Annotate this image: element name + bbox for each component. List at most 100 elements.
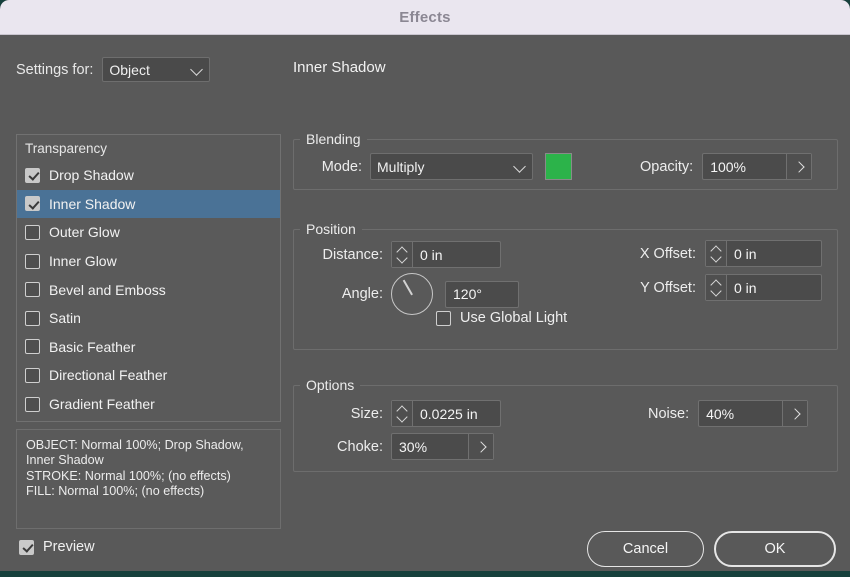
- use-global-light-label: Use Global Light: [460, 310, 568, 326]
- angle-input[interactable]: 120°: [445, 280, 519, 308]
- effect-list-item[interactable]: Basic Feather: [17, 333, 280, 362]
- effect-list-item[interactable]: Satin: [17, 304, 280, 333]
- settings-for-dropdown[interactable]: Object: [102, 57, 211, 82]
- choke-row: Choke: 30%: [327, 433, 494, 460]
- effect-list-item[interactable]: Bevel and Emboss: [17, 275, 280, 304]
- opacity-row: Opacity: 100%: [640, 153, 813, 180]
- y-offset-row: Y Offset: 0 in: [623, 274, 822, 301]
- dialog-footer: Preview Cancel OK: [0, 527, 850, 571]
- effect-list-item[interactable]: Drop Shadow: [17, 161, 280, 190]
- y-offset-value[interactable]: 0 in: [727, 275, 821, 300]
- effects-dialog: Effects Settings for: Object Transparenc…: [0, 0, 850, 571]
- left-column: Settings for: Object Transparency Drop S…: [0, 35, 283, 571]
- preview-label: Preview: [43, 539, 95, 555]
- x-offset-label: X Offset:: [639, 245, 696, 262]
- effect-list-item[interactable]: Directional Feather: [17, 361, 280, 390]
- window-title: Effects: [399, 8, 451, 26]
- blending-legend: Blending: [306, 131, 361, 147]
- chevron-down-icon: [190, 62, 204, 76]
- y-offset-stepper[interactable]: 0 in: [705, 274, 822, 301]
- size-stepper[interactable]: 0.0225 in: [391, 400, 501, 427]
- noise-value[interactable]: 40%: [699, 401, 782, 426]
- noise-label: Noise:: [648, 405, 690, 422]
- noise-field[interactable]: 40%: [698, 400, 809, 427]
- x-offset-stepper[interactable]: 0 in: [705, 240, 822, 267]
- effect-checkbox[interactable]: [25, 224, 40, 240]
- angle-needle-icon: [402, 279, 413, 296]
- effect-list-item[interactable]: Inner Glow: [17, 247, 280, 276]
- stepper-arrows-icon[interactable]: [706, 241, 727, 266]
- title-bar: Effects: [0, 0, 850, 35]
- choke-slider-chevron-right-icon[interactable]: [468, 434, 493, 459]
- mode-row: Mode: Multiply: [310, 153, 572, 180]
- angle-dial[interactable]: [391, 273, 433, 315]
- opacity-field[interactable]: 100%: [702, 153, 813, 180]
- effect-checkbox[interactable]: [25, 282, 40, 298]
- x-offset-row: X Offset: 0 in: [623, 240, 822, 267]
- right-column: Inner Shadow Blending Mode: Multiply Opa…: [283, 35, 850, 571]
- ok-button[interactable]: OK: [714, 531, 836, 567]
- effect-checkbox[interactable]: [25, 196, 40, 212]
- choke-value[interactable]: 30%: [392, 434, 468, 459]
- noise-slider-chevron-right-icon[interactable]: [782, 401, 808, 426]
- effect-label: Inner Shadow: [49, 195, 136, 212]
- chevron-down-icon: [513, 159, 526, 173]
- effect-checkbox[interactable]: [25, 367, 40, 383]
- distance-label: Distance:: [322, 246, 383, 263]
- opacity-slider-chevron-right-icon[interactable]: [786, 154, 812, 179]
- summary-line-3: STROKE: Normal 100%; (no effects): [26, 468, 231, 483]
- effect-label: Satin: [49, 310, 81, 327]
- blend-color-swatch[interactable]: [545, 153, 572, 180]
- effect-label: Bevel and Emboss: [49, 281, 166, 298]
- use-global-light-checkbox[interactable]: [436, 310, 451, 326]
- summary-line-4: FILL: Normal 100%; (no effects): [26, 484, 205, 499]
- effect-checkbox[interactable]: [25, 310, 40, 326]
- panel-title: Inner Shadow: [293, 59, 386, 76]
- effects-summary-box: OBJECT: Normal 100%; Drop Shadow, Inner …: [16, 429, 281, 529]
- x-offset-value[interactable]: 0 in: [727, 241, 821, 266]
- effects-list-items: Drop Shadow Inner Shadow Outer Glow Inner G…: [17, 161, 280, 418]
- stepper-arrows-icon[interactable]: [392, 242, 413, 267]
- size-label: Size:: [350, 405, 383, 422]
- blend-mode-dropdown[interactable]: Multiply: [370, 153, 533, 180]
- distance-stepper[interactable]: 0 in: [391, 241, 501, 268]
- effect-list-item[interactable]: Gradient Feather: [17, 390, 280, 419]
- effect-label: Outer Glow: [49, 224, 120, 241]
- effect-checkbox[interactable]: [25, 396, 40, 412]
- distance-value[interactable]: 0 in: [413, 242, 500, 267]
- position-legend: Position: [306, 221, 356, 237]
- effect-label: Inner Glow: [49, 253, 117, 270]
- blend-mode-value: Multiply: [377, 158, 425, 175]
- use-global-light-row[interactable]: Use Global Light: [436, 310, 567, 326]
- angle-row: Angle: 120°: [300, 273, 519, 315]
- opacity-value[interactable]: 100%: [703, 154, 786, 179]
- angle-label: Angle:: [341, 286, 383, 302]
- stepper-arrows-icon[interactable]: [392, 401, 413, 426]
- mode-label: Mode:: [321, 158, 362, 175]
- preview-row[interactable]: Preview: [19, 539, 95, 555]
- stepper-arrows-icon[interactable]: [706, 275, 727, 300]
- choke-field[interactable]: 30%: [391, 433, 494, 460]
- y-offset-label: Y Offset:: [640, 279, 696, 296]
- opacity-label: Opacity:: [640, 158, 694, 175]
- cancel-button[interactable]: Cancel: [587, 531, 704, 567]
- effect-label: Directional Feather: [49, 367, 168, 384]
- dialog-body: Settings for: Object Transparency Drop S…: [0, 35, 850, 571]
- noise-row: Noise: 40%: [648, 400, 809, 427]
- effect-list-item[interactable]: Outer Glow: [17, 218, 280, 247]
- effect-checkbox[interactable]: [25, 339, 40, 355]
- effect-checkbox[interactable]: [25, 253, 40, 269]
- effect-list-item[interactable]: Inner Shadow: [17, 189, 280, 219]
- summary-line-1: OBJECT: Normal 100%; Drop Shadow,: [26, 438, 244, 452]
- size-value[interactable]: 0.0225 in: [413, 401, 500, 426]
- effect-checkbox[interactable]: [25, 167, 40, 183]
- settings-for-value: Object: [109, 61, 150, 78]
- settings-for-label: Settings for:: [16, 61, 94, 78]
- choke-label: Choke:: [337, 438, 383, 455]
- angle-value: 120°: [453, 286, 482, 302]
- effects-list-header: Transparency: [25, 141, 108, 156]
- size-row: Size: 0.0225 in: [327, 400, 501, 427]
- preview-checkbox[interactable]: [19, 539, 34, 555]
- options-legend: Options: [306, 377, 355, 393]
- effects-list: Transparency Drop Shadow Inner Shadow Oute…: [16, 134, 281, 423]
